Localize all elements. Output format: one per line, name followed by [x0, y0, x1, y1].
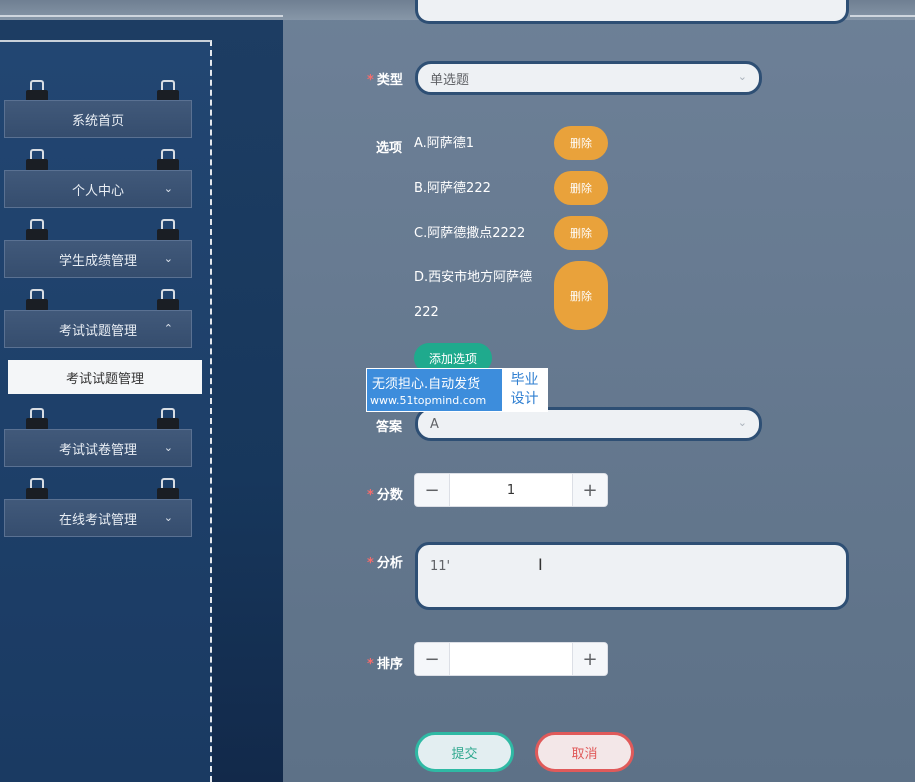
chevron-down-icon: ⌄: [163, 182, 173, 195]
option-c-text: C.阿萨德撒点2222: [414, 226, 526, 241]
sort-label: * 排序: [367, 657, 403, 672]
type-select[interactable]: 单选题 ⌄: [415, 61, 762, 95]
type-select-value: 单选题: [430, 72, 470, 88]
answer-select-value: A: [430, 416, 439, 432]
sidebar-subitem-exam-questions[interactable]: 考试试题管理: [8, 360, 202, 394]
sidebar-item-exam-papers[interactable]: 考试试卷管理 ⌄: [4, 429, 192, 467]
delete-option-c-button[interactable]: 删除: [554, 216, 608, 250]
sidebar-item-label: 在线考试管理: [58, 512, 137, 528]
score-label: * 分数: [367, 488, 403, 503]
score-input[interactable]: 1: [450, 474, 572, 506]
sort-input[interactable]: [450, 643, 572, 675]
plus-icon[interactable]: +: [572, 643, 607, 675]
option-a-text: A.阿萨德1: [414, 136, 475, 151]
sidebar-item-online-exams[interactable]: 在线考试管理 ⌄: [4, 499, 192, 537]
answer-label: 答案: [376, 420, 403, 435]
type-label: * 类型: [367, 73, 403, 88]
watermark-badge: 毕业 设计: [502, 369, 547, 411]
score-stepper: − 1 +: [414, 473, 608, 507]
sidebar-item-student-scores[interactable]: 学生成绩管理 ⌄: [4, 240, 192, 278]
watermark-line1: 无须担心.自动发货: [372, 377, 481, 392]
cancel-button[interactable]: 取消: [535, 732, 634, 772]
chevron-down-icon: ⌄: [163, 511, 173, 524]
previous-textarea[interactable]: [415, 0, 849, 24]
answer-select[interactable]: A ⌄: [415, 407, 762, 441]
sidebar-item-exam-questions[interactable]: 考试试题管理 ⌃: [4, 310, 192, 348]
delete-option-d-button[interactable]: 删除: [554, 261, 608, 330]
sidebar-item-personal-center[interactable]: 个人中心 ⌄: [4, 170, 192, 208]
option-b-text: B.阿萨德222: [414, 181, 491, 196]
option-d-text-line1: D.西安市地方阿萨德: [414, 270, 533, 285]
chevron-down-icon: ⌄: [163, 441, 173, 454]
chevron-up-icon: ⌃: [163, 322, 173, 335]
chevron-down-icon: ⌄: [737, 70, 747, 83]
sort-stepper: − +: [414, 642, 608, 676]
sidebar-item-label: 考试试题管理: [58, 323, 137, 339]
analysis-label: * 分析: [367, 556, 403, 571]
minus-icon[interactable]: −: [415, 474, 450, 506]
sidebar-item-home[interactable]: 系统首页: [4, 100, 192, 138]
sidebar-item-label: 考试试卷管理: [58, 442, 137, 458]
submit-button[interactable]: 提交: [415, 732, 514, 772]
analysis-textarea[interactable]: 11': [415, 542, 849, 610]
minus-icon[interactable]: −: [415, 643, 450, 675]
sidebar: 系统首页 个人中心 ⌄ 学生成绩管理 ⌄ 考试试题管理 ⌃ 考试试卷管理 ⌄ 在…: [0, 40, 212, 782]
options-label: 选项: [376, 141, 403, 156]
text-cursor-icon: I: [538, 555, 543, 574]
delete-option-a-button[interactable]: 删除: [554, 126, 608, 160]
watermark-banner: 无须担心.自动发货 www.51topmind.com 毕业 设计: [366, 368, 548, 412]
top-divider-right: [850, 15, 915, 17]
top-divider: [0, 15, 283, 17]
delete-option-b-button[interactable]: 删除: [554, 171, 608, 205]
watermark-line2: www.51topmind.com: [370, 394, 487, 407]
option-d-text-line2: 222: [414, 305, 439, 320]
plus-icon[interactable]: +: [572, 474, 607, 506]
chevron-down-icon: ⌄: [737, 416, 747, 429]
sidebar-item-label: 个人中心: [71, 183, 124, 199]
sidebar-item-label: 系统首页: [71, 113, 124, 129]
sidebar-item-label: 学生成绩管理: [58, 253, 137, 269]
chevron-down-icon: ⌄: [163, 252, 173, 265]
